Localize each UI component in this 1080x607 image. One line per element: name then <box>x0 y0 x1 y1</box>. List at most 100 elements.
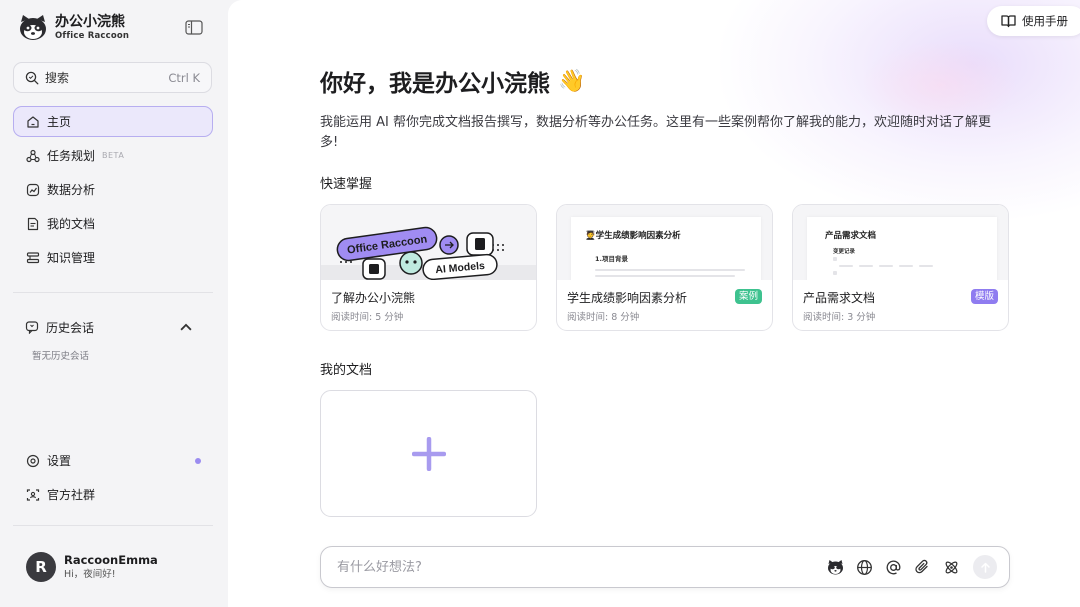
search-icon <box>25 71 39 84</box>
sidebar-divider <box>13 525 213 526</box>
document-icon <box>27 217 39 230</box>
sidebar-item-label: 任务规划 <box>47 149 96 163</box>
sidebar-nav: 主页 任务规划 BETA 数据分析 我的文档 知识管理 <box>13 106 213 276</box>
home-icon <box>27 115 39 128</box>
search-button[interactable]: 搜索 Ctrl K <box>13 62 212 93</box>
text-line <box>879 265 893 267</box>
card-thumbnail: 产品需求文档 变更记录 <box>793 205 1008 280</box>
document-preview: 产品需求文档 变更记录 <box>807 217 997 280</box>
case-card[interactable]: 🧑‍🎓学生成绩影响因素分析 1.项目背景 学生成绩影响因素分析 案例 阅读时间:… <box>556 204 773 331</box>
sidebar-item-community[interactable]: 官方社群 <box>13 479 213 510</box>
card-read-time: 阅读时间: 3 分钟 <box>803 312 876 323</box>
sidebar-item-knowledge[interactable]: 知识管理 <box>13 242 213 273</box>
card-read-time: 阅读时间: 8 分钟 <box>567 312 640 323</box>
greeting-text: 你好，我是办公小浣熊 <box>320 71 550 97</box>
chat-composer <box>320 546 1010 588</box>
knowledge-icon <box>26 251 40 263</box>
chevron-up-icon <box>180 323 192 331</box>
history-section: 历史会话 暂无历史会话 <box>13 312 213 362</box>
preview-heading: 1.项目背景 <box>595 255 628 263</box>
document-preview: 🧑‍🎓学生成绩影响因素分析 1.项目背景 <box>571 217 761 280</box>
text-line <box>919 265 933 267</box>
sidebar-item-label: 主页 <box>47 115 72 129</box>
intro-text: 我能运用 AI 帮你完成文档报告撰写，数据分析等办公任务。这里有一些案例帮你了解… <box>320 115 991 150</box>
text-line <box>899 265 913 267</box>
user-profile[interactable]: R RaccoonEmma Hi，夜间好! <box>26 552 158 582</box>
paperclip-icon <box>914 559 928 573</box>
task-plan-icon <box>26 149 40 162</box>
chat-input[interactable] <box>337 559 824 575</box>
attach-button[interactable] <box>911 556 933 578</box>
user-manual-button[interactable]: 使用手册 <box>987 6 1080 36</box>
at-sign-icon <box>886 560 900 574</box>
my-docs-title: 我的文档 <box>320 363 373 378</box>
main-panel: 使用手册 你好，我是办公小浣熊 👋 我能运用 AI 帮你完成文档报告撰写，数据分… <box>228 0 1080 607</box>
sidebar-item-my-docs[interactable]: 我的文档 <box>13 208 213 239</box>
sidebar: 办公小浣熊 Office Raccoon 搜索 Ctrl K 主页 任务规划 B… <box>0 0 226 607</box>
raccoon-icon <box>827 559 843 574</box>
brand-name: 办公小浣熊 <box>55 14 125 30</box>
new-document-button[interactable] <box>320 390 537 517</box>
text-line <box>839 265 853 267</box>
text-line <box>595 269 745 271</box>
sidebar-item-label: 我的文档 <box>47 217 96 231</box>
sidebar-item-label: 数据分析 <box>47 183 96 197</box>
card-title: 学生成绩影响因素分析 <box>567 291 688 305</box>
page-title: 你好，我是办公小浣熊 👋 <box>320 64 585 98</box>
web-search-button[interactable] <box>853 556 875 578</box>
card-thumbnail: Office Raccoon AI Models <box>321 205 536 280</box>
user-name: RaccoonEmma <box>64 552 158 567</box>
sidebar-item-label: 知识管理 <box>47 251 96 265</box>
sidebar-collapse-icon[interactable] <box>185 20 203 35</box>
brand[interactable]: 办公小浣熊 Office Raccoon <box>18 13 129 43</box>
beta-badge: BETA <box>102 151 125 160</box>
community-icon <box>26 488 40 501</box>
mention-button[interactable] <box>882 556 904 578</box>
raccoon-logo-icon <box>20 15 46 40</box>
search-shortcut: Ctrl K <box>168 70 200 85</box>
sidebar-item-settings[interactable]: 设置 <box>13 445 213 476</box>
card-thumbnail: 🧑‍🎓学生成绩影响因素分析 1.项目背景 <box>557 205 772 280</box>
history-toggle[interactable]: 历史会话 <box>13 312 213 342</box>
text-line <box>833 271 837 275</box>
sidebar-item-label: 官方社群 <box>47 488 96 502</box>
quick-start-title: 快速掌握 <box>320 177 373 192</box>
card-read-time: 阅读时间: 5 分钟 <box>331 312 404 323</box>
sidebar-divider <box>13 292 213 293</box>
brand-subtitle: Office Raccoon <box>55 31 130 41</box>
card-title: 了解办公小浣熊 <box>331 291 416 305</box>
atom-icon <box>945 561 957 573</box>
sidebar-item-task-plan[interactable]: 任务规划 BETA <box>13 140 213 171</box>
preview-heading: 变更记录 <box>833 249 856 255</box>
guide-card[interactable]: Office Raccoon AI Models 了解办公小浣熊 阅读时间: 5… <box>320 204 537 331</box>
card-title: 产品需求文档 <box>803 291 876 305</box>
data-analysis-icon <box>26 183 40 196</box>
quick-start-cards: Office Raccoon AI Models 了解办公小浣熊 阅读时间: 5… <box>320 204 1028 331</box>
arrow-up-icon <box>980 562 990 573</box>
plus-icon <box>411 436 446 471</box>
history-title: 历史会话 <box>46 320 95 335</box>
history-empty-text: 暂无历史会话 <box>32 351 90 362</box>
user-manual-label: 使用手册 <box>1022 14 1068 28</box>
send-button[interactable] <box>973 555 997 579</box>
sidebar-item-label: 设置 <box>47 454 72 468</box>
template-card[interactable]: 产品需求文档 变更记录 产品需求文档 模版 阅读时间: 3 分钟 <box>792 204 1009 331</box>
sidebar-item-home[interactable]: 主页 <box>13 106 213 137</box>
preview-title: 🧑‍🎓学生成绩影响因素分析 <box>585 231 681 241</box>
globe-icon <box>856 559 872 575</box>
settings-icon <box>26 454 40 467</box>
plugin-button[interactable] <box>940 556 962 578</box>
book-icon <box>1001 15 1016 28</box>
sidebar-item-data-analysis[interactable]: 数据分析 <box>13 174 213 205</box>
model-select-button[interactable] <box>824 556 846 578</box>
text-line <box>595 275 735 277</box>
preview-title: 产品需求文档 <box>825 231 877 241</box>
sidebar-bottom-nav: 设置 官方社群 <box>13 445 213 513</box>
template-tag: 模版 <box>970 289 998 304</box>
notification-dot <box>195 458 201 464</box>
search-label: 搜索 <box>45 71 70 85</box>
user-greeting: Hi，夜间好! <box>64 568 116 580</box>
waving-hand-icon: 👋 <box>558 68 586 94</box>
office-raccoon-illustration: Office Raccoon AI Models <box>321 226 536 280</box>
chat-history-icon <box>25 321 39 334</box>
